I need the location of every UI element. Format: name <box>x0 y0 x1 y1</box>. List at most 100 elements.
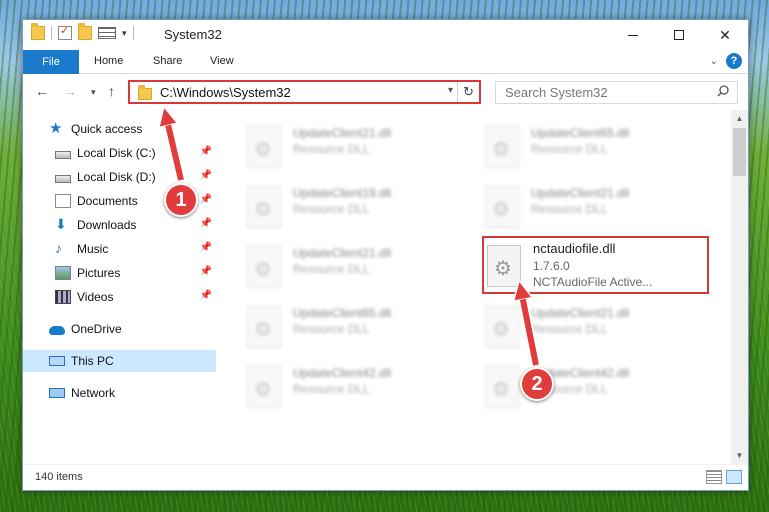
close-button[interactable]: ✕ <box>702 20 748 50</box>
file-name: UpdateClient65.dll <box>531 126 630 140</box>
toolbar-divider <box>132 26 134 40</box>
pin-icon[interactable]: 📌 <box>200 266 212 277</box>
videos-icon <box>55 290 71 304</box>
address-dropdown-chevron-icon[interactable]: ▾ <box>448 85 453 96</box>
sidebar-item-local-disk-c[interactable]: Local Disk (C:) 📌 <box>23 142 216 164</box>
pin-icon[interactable]: 📌 <box>200 146 212 157</box>
sidebar-item-label: OneDrive <box>71 322 122 336</box>
sidebar-item-label: Music <box>77 242 109 256</box>
file-type: Resource DLL <box>293 202 370 216</box>
search-box[interactable]: Search System32 <box>495 81 738 104</box>
file-name: UpdateClient19.dll <box>293 186 392 200</box>
ribbon-tabs: File Home Share View ⌄ ? <box>23 50 748 74</box>
sidebar-item-label: Local Disk (D:) <box>77 170 156 184</box>
expand-ribbon-chevron-icon[interactable]: ⌄ <box>710 56 718 67</box>
minimize-button[interactable] <box>610 20 656 50</box>
file-type: Resource DLL <box>531 202 608 216</box>
pin-icon[interactable]: 📌 <box>200 290 212 301</box>
search-placeholder: Search System32 <box>505 85 608 100</box>
folder-icon <box>138 84 152 100</box>
dll-file-icon <box>247 126 281 168</box>
sidebar-item-label: Documents <box>77 194 138 208</box>
step-1-badge: 1 <box>164 183 198 217</box>
sidebar-item-quick-access[interactable]: ★ Quick access <box>23 118 216 140</box>
dll-file-icon <box>247 306 281 348</box>
properties-icon[interactable] <box>58 24 72 40</box>
file-type: Resource DLL <box>531 322 608 336</box>
list-item[interactable]: UpdateClient21.dll Resource DLL <box>481 180 701 232</box>
customize-toolbar-chevron-icon[interactable]: ▾ <box>122 28 127 39</box>
sidebar-item-label: Quick access <box>71 122 143 136</box>
sidebar-item-this-pc[interactable]: This PC <box>23 350 216 372</box>
large-icons-view-icon[interactable] <box>726 470 742 484</box>
recent-locations-chevron-icon[interactable]: ▾ <box>91 87 96 98</box>
sidebar-item-pictures[interactable]: Pictures 📌 <box>23 262 216 284</box>
dll-file-icon <box>247 366 281 408</box>
view-options-icon[interactable] <box>98 27 116 39</box>
dll-file-icon <box>485 186 519 228</box>
scrollbar-thumb[interactable] <box>733 128 746 176</box>
file-type: Resource DLL <box>293 322 370 336</box>
list-item[interactable]: UpdateClient42.dll Resource DLL <box>243 360 463 412</box>
music-icon: ♪ <box>55 240 62 256</box>
file-name: UpdateClient21.dll <box>293 246 392 260</box>
sidebar-item-music[interactable]: ♪ Music 📌 <box>23 238 216 260</box>
new-folder-icon[interactable] <box>78 23 92 40</box>
network-icon <box>49 388 65 398</box>
sidebar-item-label: Downloads <box>77 218 137 232</box>
address-bar[interactable]: C:\Windows\System32 ▾ ↻ <box>128 80 481 104</box>
list-item[interactable]: UpdateClient42.dll Resource DLL <box>481 360 701 412</box>
sidebar-item-network[interactable]: Network <box>23 382 216 404</box>
tab-home[interactable]: Home <box>94 55 123 67</box>
dll-file-icon <box>485 126 519 168</box>
step-2-badge: 2 <box>520 367 554 401</box>
list-item[interactable]: UpdateClient21.dll Resource DLL <box>243 240 463 292</box>
pin-icon[interactable]: 📌 <box>200 218 212 229</box>
list-item[interactable]: UpdateClient65.dll Resource DLL <box>243 300 463 352</box>
file-type: Resource DLL <box>531 142 608 156</box>
address-path[interactable]: C:\Windows\System32 <box>160 85 291 100</box>
help-icon[interactable]: ? <box>726 53 742 69</box>
list-item[interactable]: UpdateClient19.dll Resource DLL <box>243 180 463 232</box>
list-item[interactable]: UpdateClient65.dll Resource DLL <box>481 120 701 172</box>
tab-file[interactable]: File <box>23 50 79 74</box>
pin-icon[interactable]: 📌 <box>200 170 212 181</box>
forward-arrow-icon[interactable]: → <box>63 83 77 99</box>
refresh-button[interactable]: ↻ <box>457 82 479 102</box>
list-item[interactable]: UpdateClient21.dll Resource DLL <box>481 300 701 352</box>
disk-icon <box>55 150 71 159</box>
maximize-button[interactable] <box>656 20 702 50</box>
sidebar-item-videos[interactable]: Videos 📌 <box>23 286 216 308</box>
quick-access-toolbar: ▾ <box>31 23 134 40</box>
window-title: System32 <box>164 27 222 42</box>
dll-file-icon <box>485 306 519 348</box>
list-item[interactable]: UpdateClient21.dll Resource DLL <box>243 120 463 172</box>
dll-file-icon <box>247 246 281 288</box>
pin-icon[interactable]: 📌 <box>200 194 212 205</box>
tab-share[interactable]: Share <box>153 55 182 67</box>
window-controls: ✕ <box>610 20 748 50</box>
pictures-icon <box>55 266 71 280</box>
pin-icon[interactable]: 📌 <box>200 242 212 253</box>
vertical-scrollbar[interactable]: ▲ ▼ <box>731 110 748 464</box>
file-type: Resource DLL <box>293 382 370 396</box>
scroll-down-arrow-icon[interactable]: ▼ <box>731 447 748 464</box>
scroll-up-arrow-icon[interactable]: ▲ <box>731 110 748 127</box>
sidebar-item-downloads[interactable]: ⬇ Downloads 📌 <box>23 214 216 236</box>
details-view-icon[interactable] <box>706 470 722 484</box>
back-arrow-icon[interactable]: ← <box>35 83 49 99</box>
pc-icon <box>49 356 65 366</box>
file-name: UpdateClient21.dll <box>531 306 630 320</box>
file-name: UpdateClient65.dll <box>293 306 392 320</box>
sidebar-item-onedrive[interactable]: OneDrive <box>23 318 216 340</box>
navigation-bar: ← → ▾ ↑ C:\Windows\System32 ▾ ↻ Search S… <box>23 74 748 110</box>
up-arrow-icon[interactable]: ↑ <box>108 83 115 99</box>
tab-view[interactable]: View <box>210 55 234 67</box>
search-icon[interactable] <box>717 85 729 97</box>
status-bar: 140 items <box>23 464 748 490</box>
item-count: 140 items <box>35 471 83 483</box>
disk-icon <box>55 174 71 183</box>
dll-file-icon <box>247 186 281 228</box>
title-bar: ▾ System32 ✕ <box>23 20 748 50</box>
sidebar-item-label: Videos <box>77 290 114 304</box>
